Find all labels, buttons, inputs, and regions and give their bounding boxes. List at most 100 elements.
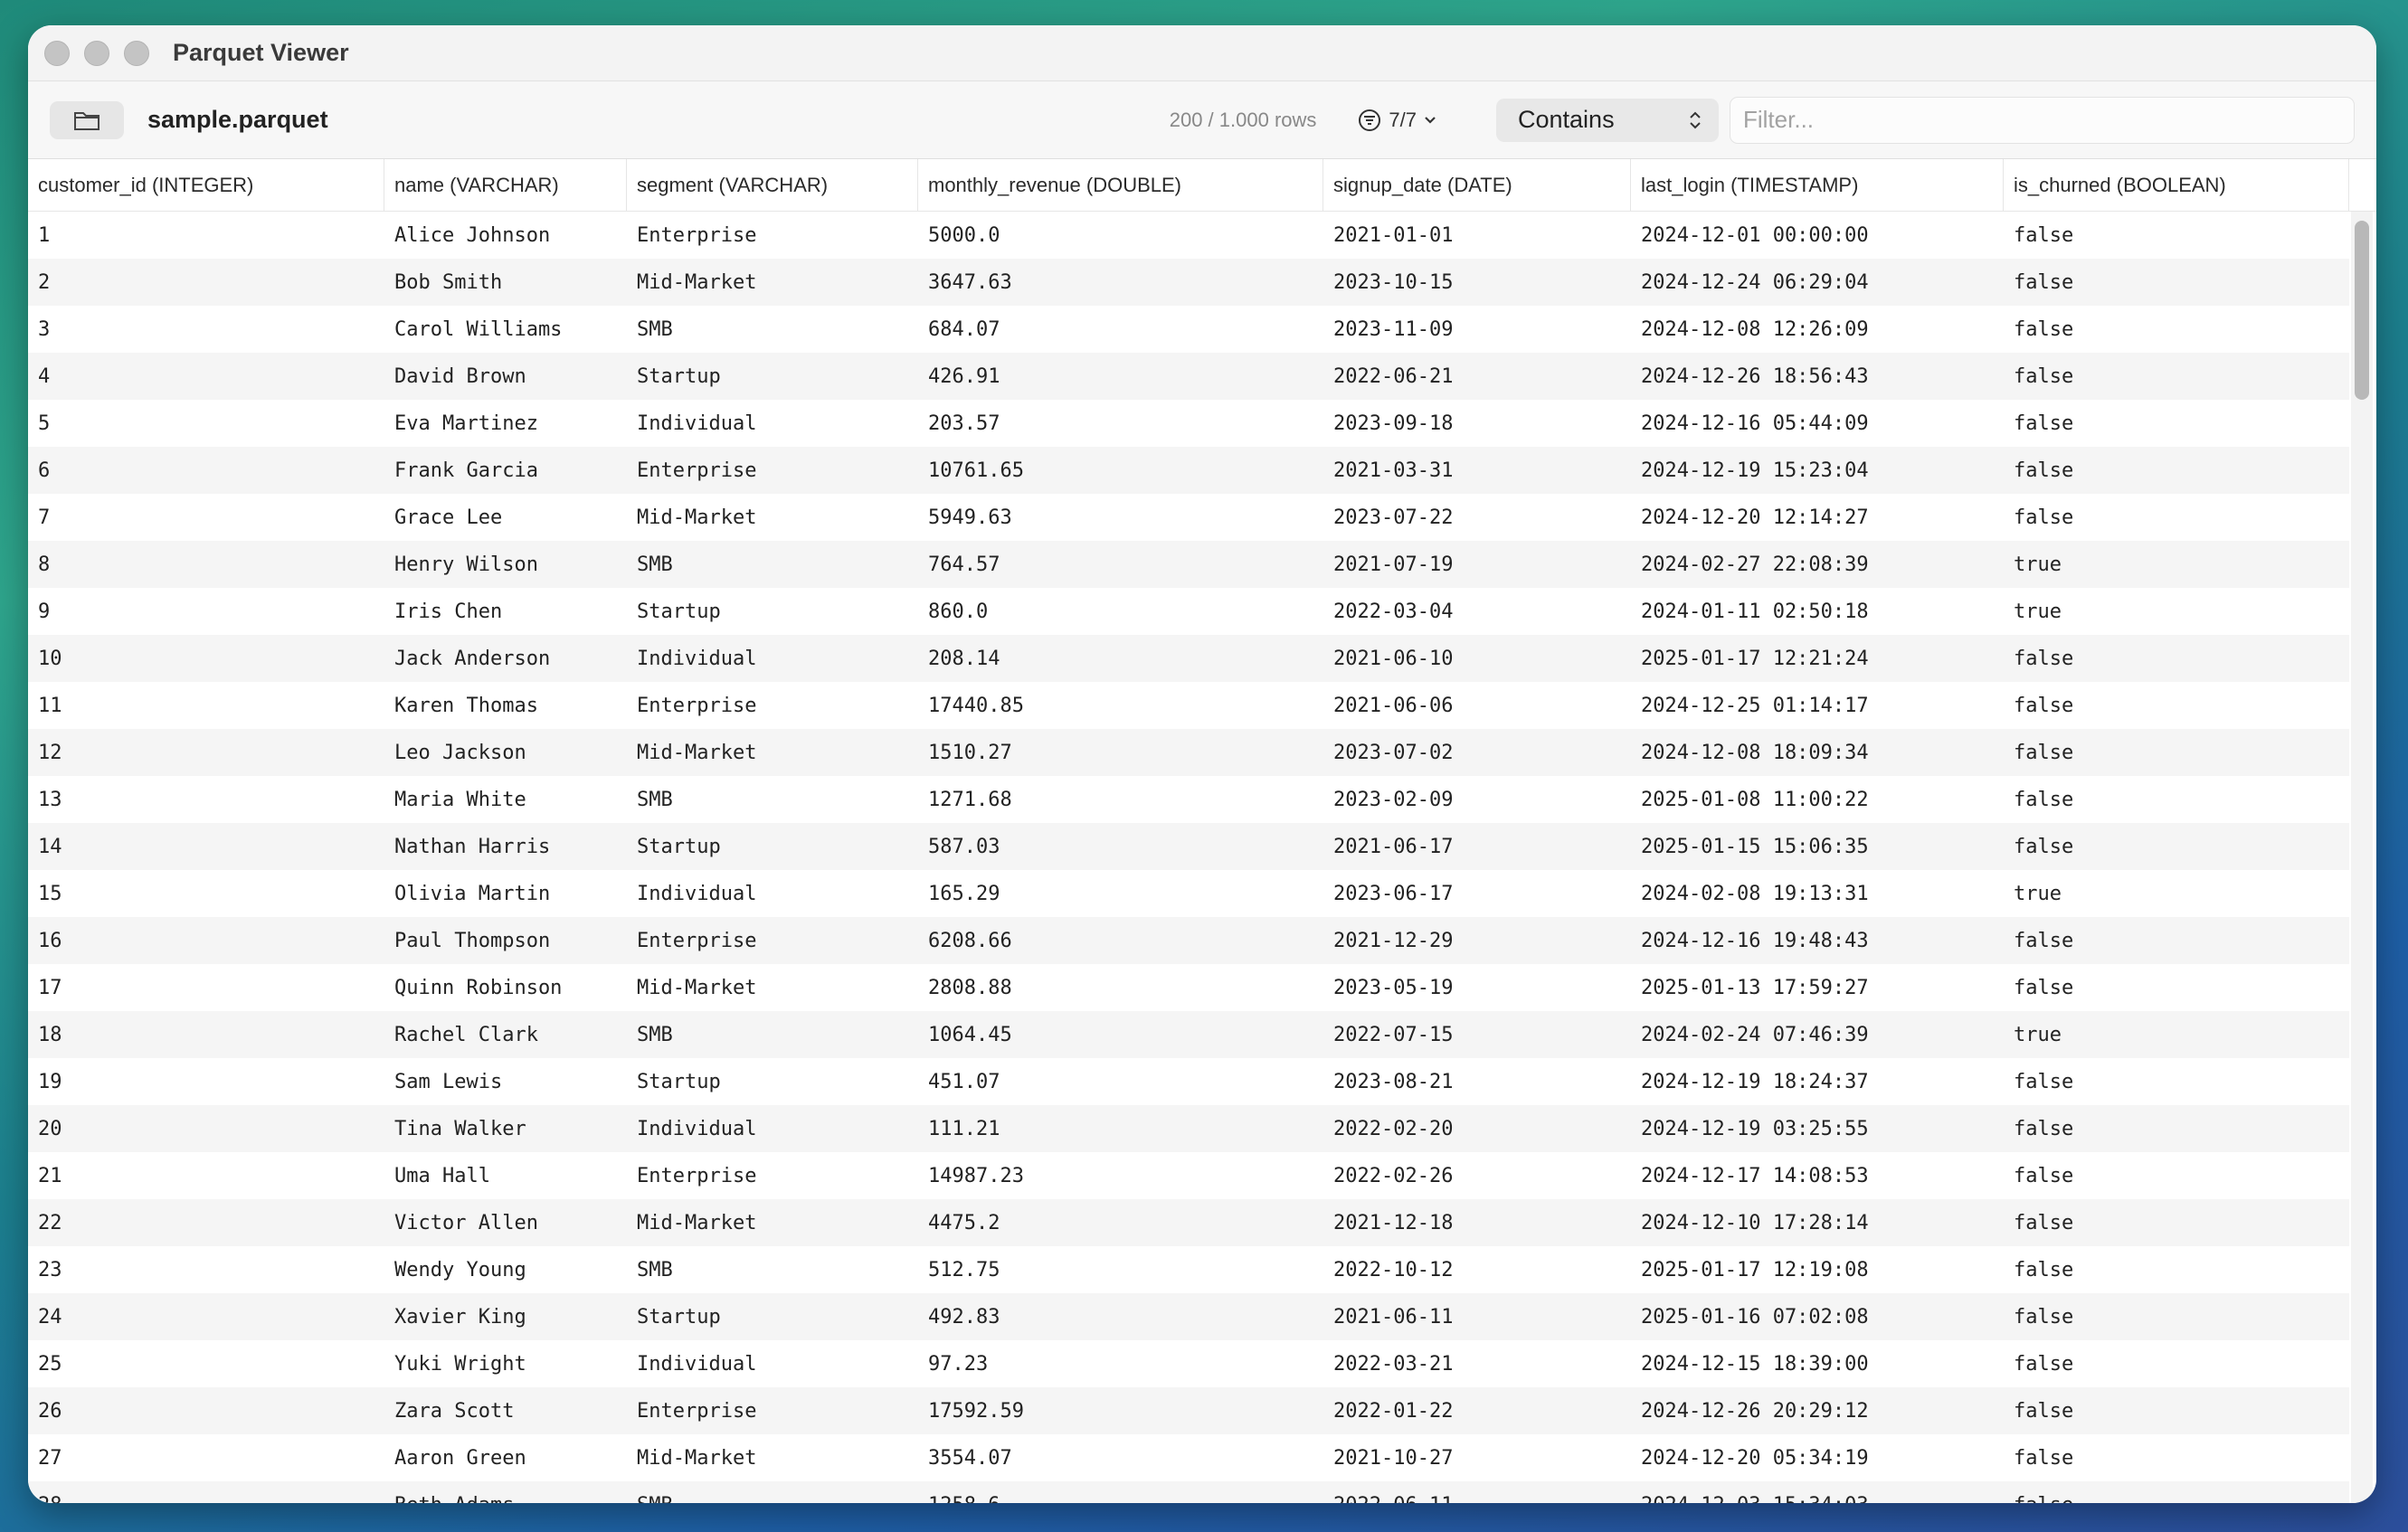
table-cell[interactable]: 1064.45 (918, 1024, 1323, 1046)
table-cell[interactable]: false (2004, 836, 2349, 858)
table-cell[interactable]: 2023-09-18 (1323, 412, 1631, 435)
table-cell[interactable]: 2024-12-08 18:09:34 (1631, 742, 2004, 764)
table-cell[interactable]: 3 (28, 318, 384, 341)
table-cell[interactable]: Startup (627, 601, 918, 623)
table-cell[interactable]: false (2004, 412, 2349, 435)
table-cell[interactable]: 22 (28, 1212, 384, 1234)
table-cell[interactable]: 97.23 (918, 1353, 1323, 1376)
table-cell[interactable]: 2022-03-04 (1323, 601, 1631, 623)
table-cell[interactable]: 2024-12-15 18:39:00 (1631, 1353, 2004, 1376)
table-cell[interactable]: 2021-12-29 (1323, 930, 1631, 952)
table-cell[interactable]: 15 (28, 883, 384, 905)
table-row[interactable]: 26 Zara Scott Enterprise 17592.59 2022-01-22… (28, 1387, 2349, 1434)
table-cell[interactable]: Beth Adams (384, 1494, 627, 1504)
table-cell[interactable]: Maria White (384, 789, 627, 811)
table-cell[interactable]: 2021-06-17 (1323, 836, 1631, 858)
table-cell[interactable]: 2024-12-25 01:14:17 (1631, 695, 2004, 717)
table-cell[interactable]: Individual (627, 412, 918, 435)
table-cell[interactable]: 2024-12-19 18:24:37 (1631, 1071, 2004, 1093)
table-row[interactable]: 25 Yuki Wright Individual 97.23 2022-03-21 20… (28, 1340, 2349, 1387)
table-row[interactable]: 14 Nathan Harris Startup 587.03 2021-06-17 20… (28, 823, 2349, 870)
table-cell[interactable]: 3554.07 (918, 1447, 1323, 1470)
table-cell[interactable]: Iris Chen (384, 601, 627, 623)
table-cell[interactable]: Mid-Market (627, 1212, 918, 1234)
table-cell[interactable]: 2024-12-19 15:23:04 (1631, 459, 2004, 482)
table-cell[interactable]: Tina Walker (384, 1118, 627, 1140)
table-cell[interactable]: SMB (627, 1259, 918, 1281)
column-header-monthly-revenue[interactable]: monthly_revenue (DOUBLE) (918, 159, 1323, 211)
table-cell[interactable]: false (2004, 1165, 2349, 1187)
table-cell[interactable]: Individual (627, 883, 918, 905)
table-row[interactable]: 7 Grace Lee Mid-Market 5949.63 2023-07-22 202… (28, 494, 2349, 541)
table-row[interactable]: 24 Xavier King Startup 492.83 2021-06-11 2025… (28, 1293, 2349, 1340)
table-cell[interactable]: Alice Johnson (384, 224, 627, 247)
table-cell[interactable]: 512.75 (918, 1259, 1323, 1281)
table-cell[interactable]: 426.91 (918, 365, 1323, 388)
table-cell[interactable]: 2023-10-15 (1323, 271, 1631, 294)
table-cell[interactable]: 8 (28, 553, 384, 576)
table-cell[interactable]: Enterprise (627, 930, 918, 952)
table-cell[interactable]: 2024-12-20 12:14:27 (1631, 506, 2004, 529)
table-cell[interactable]: SMB (627, 318, 918, 341)
table-cell[interactable]: false (2004, 318, 2349, 341)
table-cell[interactable]: 9 (28, 601, 384, 623)
table-cell[interactable]: 2021-06-11 (1323, 1306, 1631, 1329)
table-cell[interactable]: Eva Martinez (384, 412, 627, 435)
table-cell[interactable]: 11 (28, 695, 384, 717)
table-cell[interactable]: 21 (28, 1165, 384, 1187)
table-cell[interactable]: false (2004, 930, 2349, 952)
table-row[interactable]: 10 Jack Anderson Individual 208.14 2021-06-1… (28, 635, 2349, 682)
table-cell[interactable]: 2021-10-27 (1323, 1447, 1631, 1470)
table-cell[interactable]: 7 (28, 506, 384, 529)
table-cell[interactable]: 2023-07-02 (1323, 742, 1631, 764)
table-cell[interactable]: 4 (28, 365, 384, 388)
column-header-last-login[interactable]: last_login (TIMESTAMP) (1631, 159, 2004, 211)
table-cell[interactable]: 24 (28, 1306, 384, 1329)
table-cell[interactable]: 2023-07-22 (1323, 506, 1631, 529)
table-cell[interactable]: SMB (627, 1024, 918, 1046)
table-cell[interactable]: 2024-12-16 19:48:43 (1631, 930, 2004, 952)
table-row[interactable]: 5 Eva Martinez Individual 203.57 2023-09-18 2… (28, 400, 2349, 447)
table-row[interactable]: 21 Uma Hall Enterprise 14987.23 2022-02-26 20… (28, 1152, 2349, 1199)
table-row[interactable]: 11 Karen Thomas Enterprise 17440.85 2021-06-… (28, 682, 2349, 729)
table-cell[interactable]: Enterprise (627, 695, 918, 717)
table-cell[interactable]: 2024-01-11 02:50:18 (1631, 601, 2004, 623)
scrollbar-thumb[interactable] (2355, 221, 2369, 400)
table-row[interactable]: 27 Aaron Green Mid-Market 3554.07 2021-10-27… (28, 1434, 2349, 1481)
table-cell[interactable]: 2024-02-27 22:08:39 (1631, 553, 2004, 576)
table-cell[interactable]: 23 (28, 1259, 384, 1281)
table-row[interactable]: 9 Iris Chen Startup 860.0 2022-03-04 2024-01-… (28, 588, 2349, 635)
table-cell[interactable]: Paul Thompson (384, 930, 627, 952)
table-cell[interactable]: 2022-02-26 (1323, 1165, 1631, 1187)
table-cell[interactable]: 2 (28, 271, 384, 294)
table-cell[interactable]: 2025-01-13 17:59:27 (1631, 977, 2004, 999)
table-cell[interactable]: 2022-01-22 (1323, 1400, 1631, 1423)
table-cell[interactable]: Uma Hall (384, 1165, 627, 1187)
table-cell[interactable]: Nathan Harris (384, 836, 627, 858)
table-cell[interactable]: 1271.68 (918, 789, 1323, 811)
table-cell[interactable]: 2023-02-09 (1323, 789, 1631, 811)
table-cell[interactable]: 6208.66 (918, 930, 1323, 952)
table-row[interactable]: 15 Olivia Martin Individual 165.29 2023-06-1… (28, 870, 2349, 917)
column-header-signup-date[interactable]: signup_date (DATE) (1323, 159, 1631, 211)
table-cell[interactable]: 208.14 (918, 648, 1323, 670)
table-cell[interactable]: Individual (627, 648, 918, 670)
table-cell[interactable]: false (2004, 742, 2349, 764)
table-cell[interactable]: 764.57 (918, 553, 1323, 576)
table-cell[interactable]: 10761.65 (918, 459, 1323, 482)
table-cell[interactable]: 1 (28, 224, 384, 247)
table-cell[interactable]: 2023-06-17 (1323, 883, 1631, 905)
table-row[interactable]: 6 Frank Garcia Enterprise 10761.65 2021-03-3… (28, 447, 2349, 494)
table-cell[interactable]: Enterprise (627, 224, 918, 247)
table-cell[interactable]: 3647.63 (918, 271, 1323, 294)
table-cell[interactable]: 26 (28, 1400, 384, 1423)
table-cell[interactable]: 13 (28, 789, 384, 811)
columns-visibility-button[interactable]: 7/7 (1358, 109, 1436, 132)
close-window-button[interactable] (44, 40, 70, 66)
table-cell[interactable]: 2024-12-08 12:26:09 (1631, 318, 2004, 341)
table-cell[interactable]: 4475.2 (918, 1212, 1323, 1234)
table-cell[interactable]: false (2004, 1400, 2349, 1423)
table-cell[interactable]: false (2004, 459, 2349, 482)
table-cell[interactable]: false (2004, 789, 2349, 811)
table-cell[interactable]: 10 (28, 648, 384, 670)
